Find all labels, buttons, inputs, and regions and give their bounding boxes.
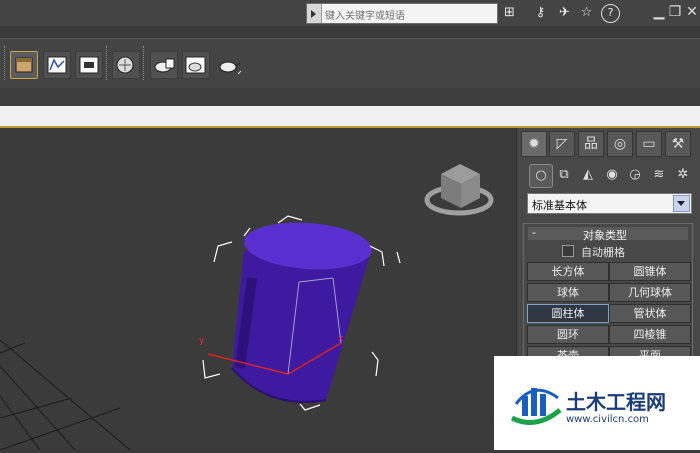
sphere-button[interactable]: 球体 (527, 283, 609, 302)
create-tab-icon: ✹ (528, 136, 540, 152)
rollout-header[interactable]: - 对象类型 (528, 226, 688, 242)
modify-tab-icon: ◸ (556, 136, 568, 152)
watermark-url: www.civilcn.com (566, 414, 649, 425)
cone-button[interactable]: 圆锥体 (609, 262, 691, 281)
search-input[interactable]: 键入关键字或短语 (306, 3, 498, 24)
binoculars-icon[interactable]: ⊞ (501, 4, 518, 21)
render-setup-icon (154, 58, 175, 73)
tube-button[interactable]: 管状体 (609, 304, 691, 323)
box-button[interactable]: 长方体 (527, 262, 609, 281)
tab-hierarchy[interactable]: 品 (578, 131, 604, 157)
watermark-title: 土木工程网 (566, 390, 666, 414)
geosphere-button[interactable]: 几何球体 (609, 283, 691, 302)
toolbar-separator (143, 46, 146, 80)
autogrid-label: 自动栅格 (581, 246, 625, 259)
curve-editor-icon (47, 56, 67, 74)
motion-tab-icon: ◎ (613, 136, 627, 152)
checkbox-box[interactable] (562, 245, 574, 257)
scene-explorer-icon (15, 57, 33, 73)
minimize-icon[interactable]: ▁ (651, 3, 667, 21)
close-icon[interactable]: ✕ (684, 3, 700, 21)
category-dropdown[interactable]: 标准基本体 (527, 193, 692, 214)
light-icon: ◭ (583, 167, 593, 182)
geometry-category-button[interactable]: ○ (529, 164, 553, 188)
tab-modify[interactable]: ◸ (549, 131, 575, 157)
tab-utilities[interactable]: ⚒ (665, 131, 691, 157)
shapes-category-button[interactable]: ⧉ (553, 164, 575, 186)
viewport-header-strip (0, 106, 700, 128)
pyramid-button[interactable]: 四棱锥 (609, 325, 691, 344)
expand-arrow-icon[interactable] (307, 4, 322, 23)
utilities-tab-icon: ⚒ (671, 136, 685, 152)
hierarchy-tab-icon: 品 (584, 136, 598, 152)
viewport-scene: y x (0, 164, 494, 451)
toolbar-grip (4, 46, 7, 80)
spacewarps-category-button[interactable]: ≋ (648, 164, 670, 186)
systems-category-button[interactable]: ✲ (672, 164, 694, 186)
tab-create[interactable]: ✹ (521, 131, 547, 157)
quick-render-button[interactable] (215, 51, 243, 79)
helpers-category-button[interactable]: ◶ (624, 164, 646, 186)
restore-icon[interactable]: ❐ (667, 3, 683, 21)
key-icon[interactable]: ⚷ (532, 4, 549, 21)
cylinder-button[interactable]: 圆柱体 (527, 304, 609, 323)
scene-explorer-button[interactable] (10, 51, 38, 79)
render-setup-button[interactable] (150, 51, 178, 79)
wave-icon: ≋ (653, 167, 665, 182)
axis-y-label: y (199, 336, 205, 346)
tab-display[interactable]: ▭ (636, 131, 662, 157)
perspective-viewport[interactable]: y x (0, 128, 516, 451)
lights-category-button[interactable]: ◭ (577, 164, 599, 186)
cylinder-object[interactable] (231, 219, 373, 403)
camera-icon: ◉ (606, 167, 618, 182)
ground-grid (0, 339, 131, 451)
search-placeholder: 键入关键字或短语 (325, 11, 405, 22)
chevron-down-icon[interactable] (673, 195, 690, 212)
helper-icon: ◶ (629, 167, 641, 182)
axis-x-label: x (338, 334, 344, 344)
display-tab-icon: ▭ (642, 136, 656, 152)
watermark-logo-icon (510, 388, 562, 425)
teapot-render-icon (219, 61, 242, 75)
sphere-icon: ○ (535, 168, 547, 183)
tab-motion[interactable]: ◎ (607, 131, 633, 157)
render-frame-icon (185, 56, 206, 74)
satellite-icon[interactable]: ✈ (556, 4, 573, 21)
collapse-icon: - (532, 226, 536, 239)
category-dropdown-value: 标准基本体 (532, 199, 587, 212)
shapes-icon: ⧉ (559, 167, 569, 182)
rollout-title: 对象类型 (583, 229, 627, 242)
gear-icon: ✲ (677, 167, 689, 182)
toolbar-separator (106, 46, 109, 80)
schematic-view-icon (79, 56, 99, 74)
star-icon[interactable]: ☆ (578, 4, 595, 21)
ribbon-strip (0, 88, 700, 106)
main-toolbar (0, 38, 700, 89)
material-editor-button[interactable] (112, 51, 140, 79)
schematic-view-button[interactable] (75, 51, 103, 79)
render-frame-button[interactable] (182, 51, 210, 79)
viewcube-icon[interactable] (424, 164, 494, 216)
torus-button[interactable]: 圆环 (527, 325, 609, 344)
curve-editor-button[interactable] (43, 51, 71, 79)
material-editor-icon (116, 56, 134, 74)
cameras-category-button[interactable]: ◉ (601, 164, 623, 186)
help-icon[interactable]: ? (601, 4, 620, 23)
